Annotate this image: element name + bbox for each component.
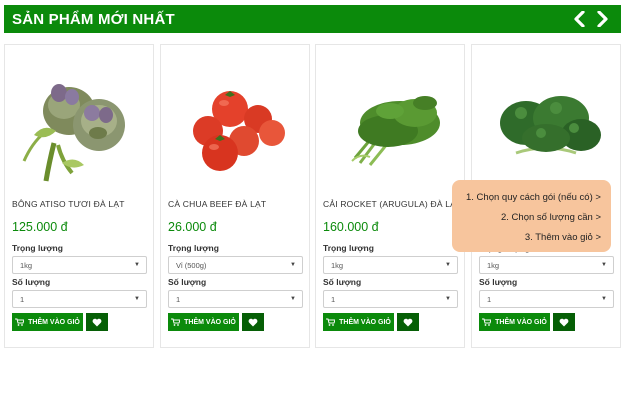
weight-select-value: 1kg: [331, 261, 344, 270]
weight-select-value: Vỉ (500g): [176, 261, 207, 270]
weight-label: Trọng lượng: [12, 243, 63, 253]
product-price: 26.000 đ: [168, 220, 217, 234]
add-to-cart-label: THÊM VÀO GIỎ: [495, 318, 547, 326]
cart-icon: [482, 318, 492, 326]
quantity-select-value: 1: [176, 295, 181, 304]
tooltip-step-3: 3. Thêm vào giỏ >: [524, 232, 601, 243]
carousel-nav: [571, 9, 611, 29]
weight-select-value: 1kg: [487, 261, 500, 270]
chevron-left-icon[interactable]: [571, 9, 587, 29]
product-name[interactable]: CẢI ROCKET (ARUGULA) ĐÀ LẠT: [323, 199, 461, 209]
caret-down-icon: ▼: [290, 262, 296, 268]
add-to-cart-label: THÊM VÀO GIỎ: [184, 318, 236, 326]
caret-down-icon: ▼: [601, 296, 607, 302]
cart-icon: [15, 318, 25, 326]
product-image-tomatoes[interactable]: [161, 53, 309, 203]
quantity-select[interactable]: 1 ▼: [168, 290, 303, 308]
caret-down-icon: ▼: [134, 262, 140, 268]
product-price: 125.000 đ: [12, 220, 68, 234]
quantity-label: Số lượng: [323, 277, 362, 287]
product-card[interactable]: CÀ CHUA BEEF ĐÀ LẠT 26.000 đ Trọng lượng…: [160, 44, 310, 348]
heart-icon: [248, 318, 258, 326]
product-name[interactable]: CÀ CHUA BEEF ĐÀ LẠT: [168, 199, 266, 209]
quantity-select[interactable]: 1 ▼: [323, 290, 458, 308]
chevron-right-icon[interactable]: [595, 9, 611, 29]
section-header: SẢN PHẨM MỚI NHẤT: [4, 5, 621, 33]
weight-select[interactable]: Vỉ (500g) ▼: [168, 256, 303, 274]
caret-down-icon: ▼: [601, 262, 607, 268]
heart-icon: [559, 318, 569, 326]
heart-icon: [92, 318, 102, 326]
add-to-cart-button[interactable]: THÊM VÀO GIỎ: [12, 313, 83, 331]
cart-icon: [326, 318, 336, 326]
quantity-label: Số lượng: [168, 277, 207, 287]
add-to-cart-button[interactable]: THÊM VÀO GIỎ: [323, 313, 394, 331]
wishlist-button[interactable]: [86, 313, 108, 331]
weight-select[interactable]: 1kg ▼: [479, 256, 614, 274]
quantity-select[interactable]: 1 ▼: [479, 290, 614, 308]
weight-select-value: 1kg: [20, 261, 33, 270]
quantity-label: Số lượng: [479, 277, 518, 287]
heart-icon: [403, 318, 413, 326]
cart-icon: [171, 318, 181, 326]
tooltip-step-2: 2. Chọn số lượng cần >: [501, 212, 601, 223]
weight-select[interactable]: 1kg ▼: [12, 256, 147, 274]
section-title: SẢN PHẨM MỚI NHẤT: [12, 10, 175, 28]
wishlist-button[interactable]: [553, 313, 575, 331]
instruction-tooltip: 1. Chọn quy cách gói (nếu có) > 2. Chọn …: [452, 180, 611, 252]
product-name[interactable]: BÔNG ATISO TƯƠI ĐÀ LẠT: [12, 199, 125, 209]
product-image-arugula[interactable]: [316, 53, 464, 203]
product-price: 160.000 đ: [323, 220, 379, 234]
product-image-artichoke[interactable]: [5, 53, 153, 203]
quantity-select[interactable]: 1 ▼: [12, 290, 147, 308]
add-to-cart-button[interactable]: THÊM VÀO GIỎ: [479, 313, 550, 331]
quantity-select-value: 1: [20, 295, 25, 304]
caret-down-icon: ▼: [445, 262, 451, 268]
wishlist-button[interactable]: [397, 313, 419, 331]
quantity-select-value: 1: [331, 295, 336, 304]
wishlist-button[interactable]: [242, 313, 264, 331]
add-to-cart-button[interactable]: THÊM VÀO GIỎ: [168, 313, 239, 331]
caret-down-icon: ▼: [134, 296, 140, 302]
quantity-select-value: 1: [487, 295, 492, 304]
caret-down-icon: ▼: [445, 296, 451, 302]
quantity-label: Số lượng: [12, 277, 51, 287]
tooltip-step-1: 1. Chọn quy cách gói (nếu có) >: [466, 192, 601, 203]
weight-select[interactable]: 1kg ▼: [323, 256, 458, 274]
weight-label: Trọng lượng: [323, 243, 374, 253]
add-to-cart-label: THÊM VÀO GIỎ: [28, 318, 80, 326]
weight-label: Trọng lượng: [168, 243, 219, 253]
product-card[interactable]: CẢI ROCKET (ARUGULA) ĐÀ LẠT 160.000 đ Tr…: [315, 44, 465, 348]
add-to-cart-label: THÊM VÀO GIỎ: [339, 318, 391, 326]
caret-down-icon: ▼: [290, 296, 296, 302]
product-card[interactable]: BÔNG ATISO TƯƠI ĐÀ LẠT 125.000 đ Trọng l…: [4, 44, 154, 348]
